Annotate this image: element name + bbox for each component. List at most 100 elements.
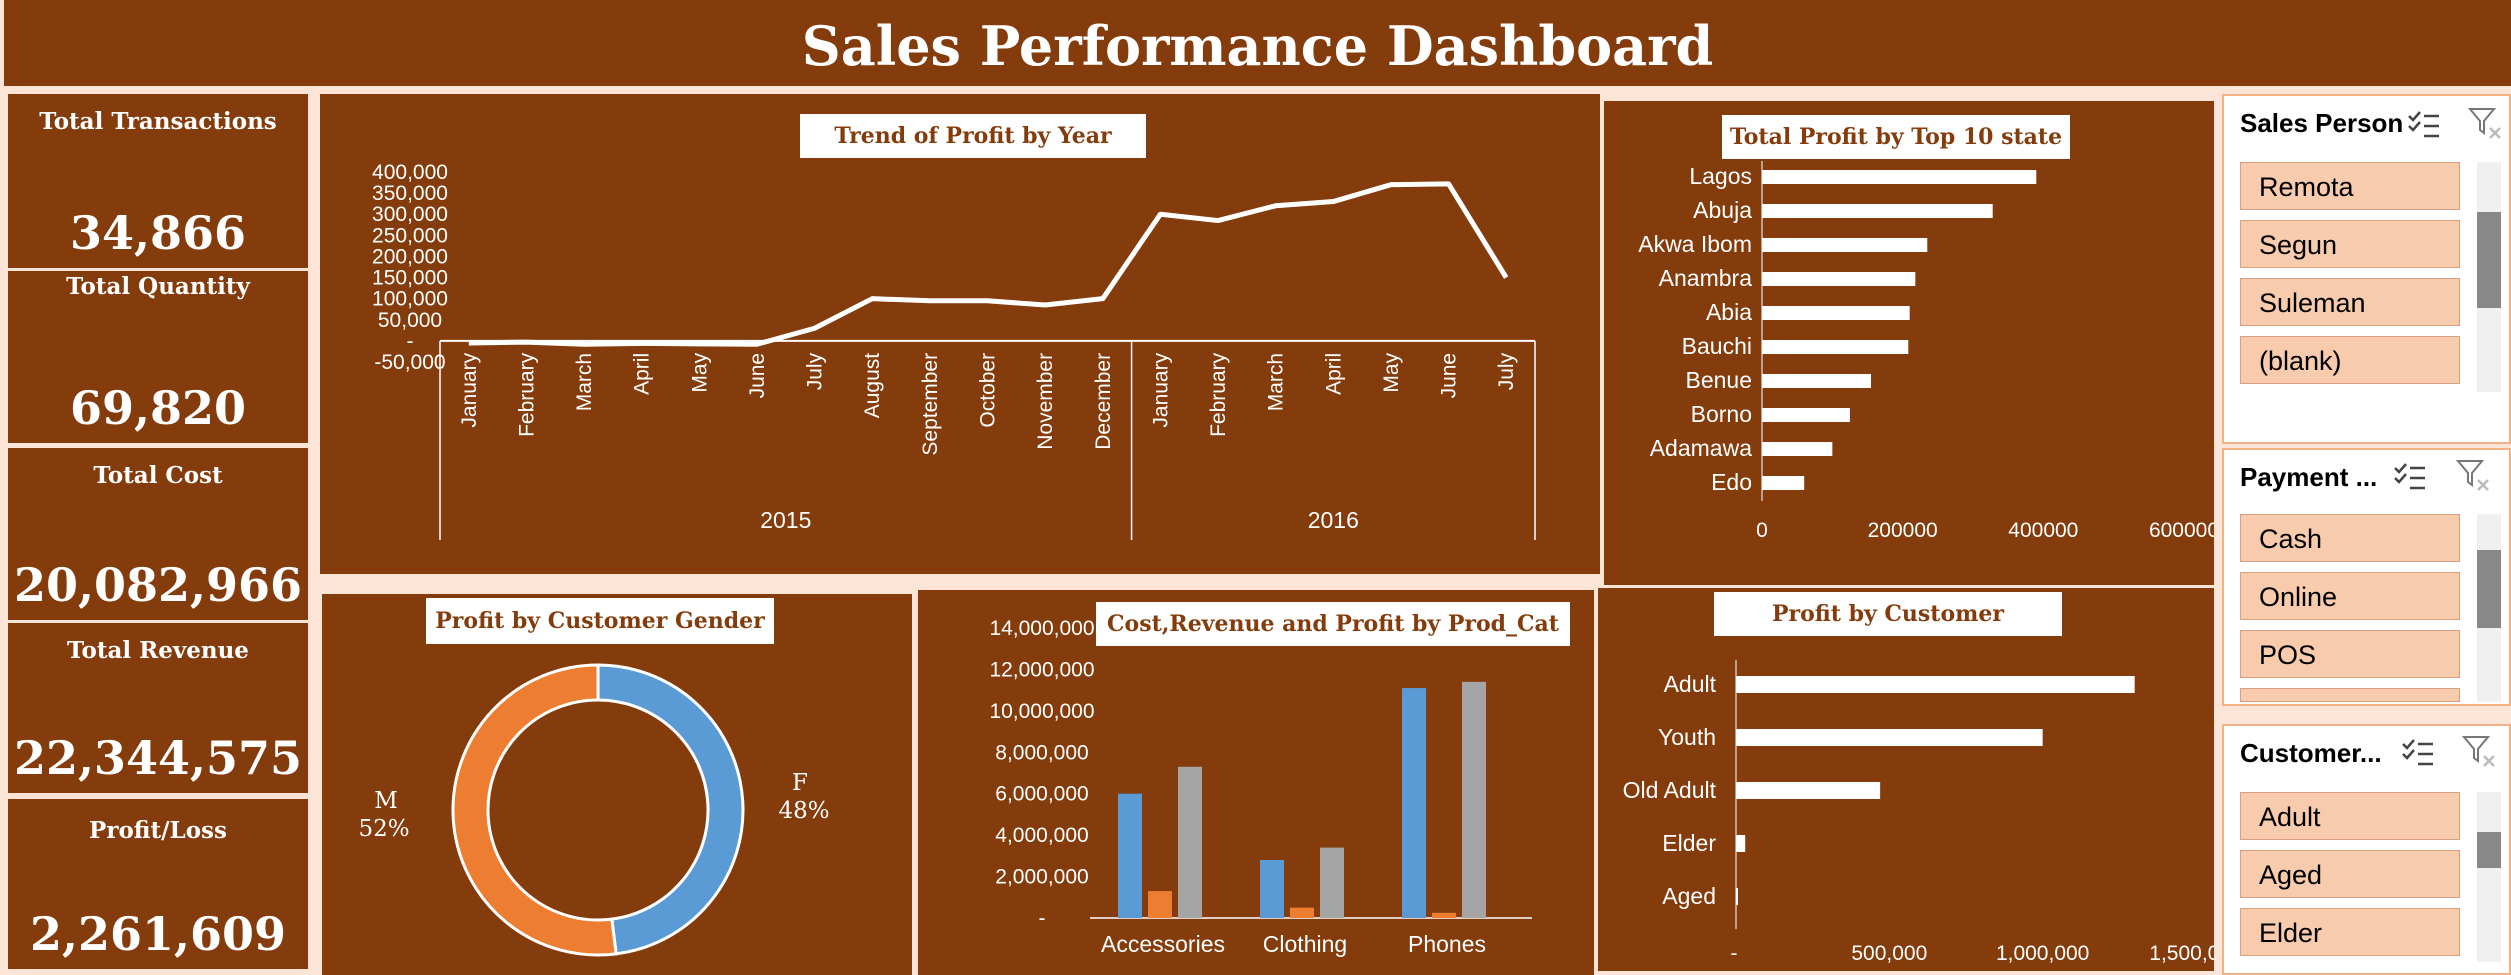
bar xyxy=(1762,442,1833,456)
kpi-profit-loss: Profit/Loss 2,261,609 xyxy=(8,799,308,969)
category-label: Adult xyxy=(1664,671,1717,697)
kpi-total-quantity: Total Quantity 69,820 xyxy=(8,271,308,443)
x-tick-label: February xyxy=(1207,352,1230,437)
x-tick-label: August xyxy=(861,353,884,419)
bar xyxy=(1432,912,1456,918)
x-tick-label: 600000 xyxy=(2149,519,2214,542)
category-label: Abia xyxy=(1706,299,1752,325)
bar xyxy=(1762,408,1850,422)
y-tick-label: 10,000,000 xyxy=(989,700,1094,723)
scrollbar-thumb[interactable] xyxy=(2477,832,2501,868)
gender-donut-chart: Profit by Customer Gender F 48% M 52% xyxy=(322,594,912,975)
y-tick-label: 100,000 xyxy=(372,288,448,311)
x-tick-label: July xyxy=(1495,352,1518,390)
slicer-item[interactable]: POS xyxy=(2240,630,2460,678)
slice-label: M xyxy=(374,788,398,814)
scrollbar[interactable] xyxy=(2477,792,2501,962)
age-group-chart: Profit by Customer Age_Group Adult Youth O… xyxy=(1598,588,2214,971)
kpi-value: 34,866 xyxy=(69,206,247,260)
y-tick-label: 300,000 xyxy=(372,203,448,226)
kpi-value: 20,082,966 xyxy=(13,558,303,612)
slicer-item[interactable]: Aged xyxy=(2240,850,2460,898)
category-label: Elder xyxy=(1662,830,1716,856)
slicer-title: Sales Person xyxy=(2240,108,2404,138)
y-tick-label: 8,000,000 xyxy=(995,741,1088,764)
slicer-item[interactable]: Cash xyxy=(2240,514,2460,562)
slicer-sales-person: Sales Person Remota Segun Suleman (blank… xyxy=(2222,94,2511,444)
group-label: 2015 xyxy=(760,507,811,533)
scrollbar-thumb[interactable] xyxy=(2477,550,2501,628)
kpi-label: Total Quantity xyxy=(66,273,250,300)
bar xyxy=(1402,688,1426,918)
slicer-item[interactable]: Adult xyxy=(2240,792,2460,840)
bar xyxy=(1762,340,1909,354)
x-tick-label: July xyxy=(804,352,827,390)
bar xyxy=(1178,766,1202,918)
slicer-item[interactable]: Remota xyxy=(2240,162,2460,210)
bar xyxy=(1736,676,2135,693)
profit-trend-chart: Trend of Profit by Year 400,000 350,000 30… xyxy=(320,94,1600,574)
clear-filter-icon[interactable] xyxy=(2456,458,2492,494)
bar xyxy=(1462,681,1486,918)
donut-slice xyxy=(596,663,745,956)
scrollbar-thumb[interactable] xyxy=(2477,212,2501,308)
category-label: Anambra xyxy=(1659,265,1753,291)
scrollbar[interactable] xyxy=(2477,514,2501,702)
bar xyxy=(1762,306,1910,320)
category-label: Adamawa xyxy=(1650,435,1752,461)
slicer-item[interactable]: (blank) xyxy=(2240,336,2460,384)
clear-filter-icon[interactable] xyxy=(2462,734,2498,770)
multiselect-icon[interactable] xyxy=(2406,108,2442,144)
bar xyxy=(1260,860,1284,918)
top-states-chart: Total Profit by Top 10 state Lagos Abuja A… xyxy=(1604,101,2214,585)
multiselect-icon[interactable] xyxy=(2400,736,2436,772)
clear-filter-icon[interactable] xyxy=(2468,106,2504,142)
kpi-total-revenue: Total Revenue 22,344,575 xyxy=(8,623,308,793)
bar xyxy=(1148,891,1172,918)
category-label: Clothing xyxy=(1263,931,1347,957)
y-tick-label: 200,000 xyxy=(372,245,448,268)
kpi-total-cost: Total Cost 20,082,966 xyxy=(8,448,308,620)
x-tick-label: May xyxy=(688,352,711,392)
group-label: 2016 xyxy=(1308,507,1359,533)
category-label: Benue xyxy=(1685,367,1752,393)
slicer-item[interactable]: Elder xyxy=(2240,908,2460,956)
slicer-customer: Customer... Adult Aged Elder xyxy=(2222,724,2511,975)
scrollbar[interactable] xyxy=(2477,162,2501,392)
state-bar-svg: Lagos Abuja Akwa Ibom Anambra Abia Bauchi Benu… xyxy=(1638,161,2214,542)
dashboard-title: Sales Performance Dashboard xyxy=(4,0,2511,86)
bar xyxy=(1736,782,1881,799)
donut-svg: F48% M52% xyxy=(358,663,830,957)
category-label: Lagos xyxy=(1689,163,1752,189)
bar xyxy=(1290,907,1314,918)
multiselect-icon[interactable] xyxy=(2392,460,2428,496)
kpi-label: Total Transactions xyxy=(39,108,277,135)
y-tick-label: 250,000 xyxy=(372,224,448,247)
category-label: Borno xyxy=(1691,401,1752,427)
y-tick-label: 6,000,000 xyxy=(995,783,1088,806)
y-tick-label: - xyxy=(407,330,414,353)
kpi-label: Total Cost xyxy=(93,462,223,489)
y-tick-label: - xyxy=(1039,907,1046,930)
product-bar-svg: 14,000,000 12,000,000 10,000,000 8,000,000 6… xyxy=(989,617,1532,957)
slicer-item[interactable]: Online xyxy=(2240,572,2460,620)
x-tick-label: June xyxy=(1438,353,1461,399)
x-tick-label: February xyxy=(515,352,538,437)
category-label: Edo xyxy=(1711,469,1752,495)
slicer-item[interactable]: Segun xyxy=(2240,220,2460,268)
y-tick-label: 50,000 xyxy=(378,309,442,332)
x-tick-label: October xyxy=(977,353,1000,428)
bar xyxy=(1736,729,2043,746)
category-label: Accessories xyxy=(1101,931,1225,957)
slice-pct-label: 52% xyxy=(358,816,409,842)
x-tick-label: April xyxy=(1322,353,1345,395)
kpi-value: 22,344,575 xyxy=(13,731,303,785)
bar xyxy=(1762,238,1928,252)
kpi-value: 2,261,609 xyxy=(29,907,287,961)
category-label: Abuja xyxy=(1693,197,1752,223)
product-category-chart: Cost,Revenue and Profit by Prod_Cat 14,0… xyxy=(918,590,1594,975)
slicer-item-partial[interactable] xyxy=(2240,688,2460,702)
slicer-title: Payment ... xyxy=(2240,462,2378,492)
slicer-item[interactable]: Suleman xyxy=(2240,278,2460,326)
slicer-title: Customer... xyxy=(2240,738,2382,768)
